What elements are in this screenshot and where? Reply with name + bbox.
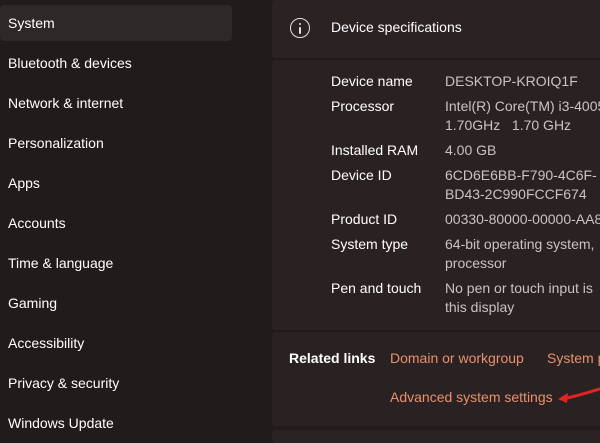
- sidebar-item-label: Personalization: [8, 135, 104, 151]
- related-links-section: Related links Domain or workgroup System…: [272, 332, 600, 426]
- info-icon: [290, 18, 310, 38]
- device-specifications-header[interactable]: Device specifications: [272, 0, 600, 58]
- sidebar-item-privacy-security[interactable]: Privacy & security: [0, 365, 232, 401]
- sidebar-item-network[interactable]: Network & internet: [0, 85, 232, 121]
- main-panel: Device specifications Device name DESKTO…: [272, 0, 600, 443]
- sidebar-item-label: Windows Update: [8, 415, 114, 431]
- sidebar-item-system[interactable]: System: [0, 5, 232, 41]
- spec-value-pen-touch: No pen or touch input is this display: [445, 280, 593, 315]
- advanced-system-settings-link[interactable]: Advanced system settings: [390, 389, 553, 405]
- spec-label-processor: Processor: [331, 98, 395, 114]
- sidebar-item-personalization[interactable]: Personalization: [0, 125, 232, 161]
- next-section-card: [272, 430, 600, 443]
- spec-label-product-id: Product ID: [331, 211, 398, 227]
- sidebar-item-label: Gaming: [8, 295, 58, 311]
- sidebar-item-label: System: [8, 15, 55, 31]
- spec-label-pen-touch: Pen and touch: [331, 280, 422, 296]
- system-protection-link[interactable]: System p: [547, 350, 600, 366]
- sidebar-item-windows-update[interactable]: Windows Update: [0, 405, 232, 441]
- sidebar-item-accounts[interactable]: Accounts: [0, 205, 232, 241]
- sidebar-item-label: Accessibility: [8, 335, 85, 351]
- spec-label-installed-ram: Installed RAM: [331, 142, 419, 158]
- sidebar-item-label: Apps: [8, 175, 40, 191]
- spec-value-installed-ram: 4.00 GB: [445, 142, 497, 158]
- spec-value-product-id: 00330-80000-00000-AA8: [445, 211, 600, 227]
- domain-workgroup-link[interactable]: Domain or workgroup: [390, 350, 524, 366]
- spec-label-system-type: System type: [331, 236, 409, 252]
- sidebar-item-time-language[interactable]: Time & language: [0, 245, 232, 281]
- device-specifications-body: Device name DESKTOP-KROIQ1F Processor In…: [272, 60, 600, 330]
- spec-value-device-name: DESKTOP-KROIQ1F: [445, 73, 578, 89]
- spec-value-system-type: 64-bit operating system, processor: [445, 236, 595, 271]
- settings-window: System Bluetooth & devices Network & int…: [0, 0, 600, 443]
- page-section-title: Device specifications: [331, 19, 462, 35]
- sidebar-item-apps[interactable]: Apps: [0, 165, 232, 201]
- spec-label-device-name: Device name: [331, 73, 413, 89]
- sidebar-item-label: Accounts: [8, 215, 66, 231]
- sidebar-item-label: Network & internet: [8, 95, 124, 111]
- red-arrow-icon: [558, 387, 600, 403]
- sidebar-item-bluetooth[interactable]: Bluetooth & devices: [0, 45, 232, 81]
- sidebar-nav: System Bluetooth & devices Network & int…: [0, 0, 240, 443]
- sidebar-item-accessibility[interactable]: Accessibility: [0, 325, 232, 361]
- sidebar-item-gaming[interactable]: Gaming: [0, 285, 232, 321]
- sidebar-item-label: Bluetooth & devices: [8, 55, 132, 71]
- sidebar-item-label: Privacy & security: [8, 375, 120, 391]
- spec-value-device-id: 6CD6E6BB-F790-4C6F- BD43-2C990FCCF674: [445, 167, 597, 202]
- spec-value-processor: Intel(R) Core(TM) i3-4005 1.70GHz 1.70 G…: [445, 98, 600, 133]
- sidebar-item-label: Time & language: [8, 255, 114, 271]
- related-links-label: Related links: [289, 350, 376, 366]
- spec-label-device-id: Device ID: [331, 167, 392, 183]
